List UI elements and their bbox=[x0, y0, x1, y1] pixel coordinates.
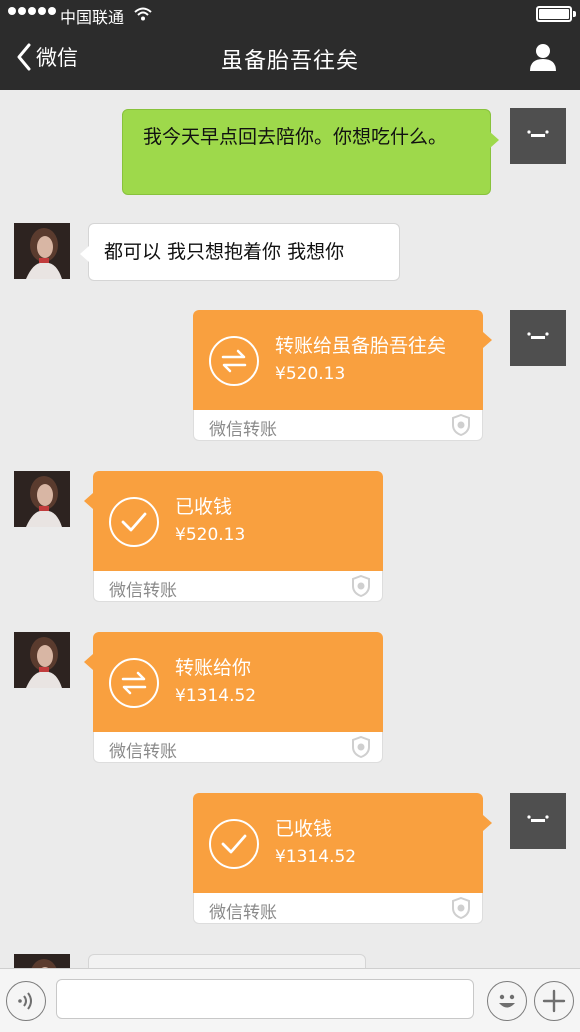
status-bar: 中国联通 bbox=[0, 0, 580, 28]
transfer-amount: ¥520.13 bbox=[275, 364, 346, 384]
transfer-amount: ¥1314.52 bbox=[175, 686, 257, 706]
face-icon bbox=[527, 815, 549, 822]
contact-avatar[interactable] bbox=[14, 471, 70, 527]
transfer-card[interactable]: 已收钱 ¥1314.52 微信转账 bbox=[193, 793, 492, 924]
chat-area[interactable]: 我今天早点回去陪你。你想吃什么。 都可以 我只想抱着你 我想你 转账给虽备胎吾往… bbox=[0, 90, 580, 968]
my-avatar[interactable] bbox=[510, 108, 566, 164]
page-title: 虽备胎吾往矣 bbox=[220, 49, 359, 74]
portrait-image bbox=[14, 223, 70, 279]
transfer-title: 转账给你 bbox=[175, 657, 252, 679]
shield-icon bbox=[452, 897, 470, 919]
wifi-icon bbox=[134, 6, 152, 25]
portrait-image bbox=[14, 954, 70, 968]
my-avatar[interactable] bbox=[510, 793, 566, 849]
message-bubble[interactable]: 我今天早点回去陪你。你想吃什么。 bbox=[122, 109, 499, 195]
message-input[interactable] bbox=[56, 979, 474, 1019]
plus-icon bbox=[542, 989, 566, 1013]
transfer-card[interactable]: 转账给虽备胎吾往矣 ¥520.13 微信转账 bbox=[193, 310, 492, 441]
contact-profile-button[interactable] bbox=[528, 42, 558, 76]
my-avatar[interactable] bbox=[510, 310, 566, 366]
portrait-image bbox=[14, 632, 70, 688]
battery-icon bbox=[536, 6, 576, 22]
check-icon bbox=[109, 497, 159, 547]
voice-button[interactable] bbox=[6, 981, 46, 1021]
input-bar bbox=[0, 968, 580, 1032]
transfer-footer: 微信转账 bbox=[209, 420, 277, 440]
check-icon bbox=[209, 819, 259, 869]
emoji-button[interactable] bbox=[487, 981, 527, 1021]
transfer-amount: ¥520.13 bbox=[175, 525, 246, 545]
face-icon bbox=[527, 332, 549, 339]
portrait-image bbox=[14, 471, 70, 527]
face-icon bbox=[527, 130, 549, 137]
message-text: 我今天早点回去陪你。你想吃什么。 bbox=[143, 126, 448, 148]
message-bubble-partial[interactable] bbox=[88, 954, 366, 968]
smiley-icon bbox=[499, 994, 515, 1008]
transfer-amount: ¥1314.52 bbox=[275, 847, 357, 867]
transfer-title: 已收钱 bbox=[275, 818, 333, 840]
contact-avatar[interactable] bbox=[14, 223, 70, 279]
transfer-title: 已收钱 bbox=[175, 496, 233, 518]
transfer-footer: 微信转账 bbox=[109, 581, 177, 601]
person-icon bbox=[530, 44, 556, 71]
contact-avatar[interactable] bbox=[14, 954, 70, 968]
shield-icon bbox=[352, 736, 370, 758]
more-button[interactable] bbox=[534, 981, 574, 1021]
transfer-icon bbox=[109, 658, 159, 708]
signal-strength-icon bbox=[8, 7, 56, 15]
transfer-footer: 微信转账 bbox=[209, 903, 277, 923]
voice-icon bbox=[18, 992, 32, 1010]
message-bubble[interactable]: 都可以 我只想抱着你 我想你 bbox=[80, 223, 400, 281]
transfer-card[interactable]: 转账给你 ¥1314.52 微信转账 bbox=[84, 632, 383, 763]
contact-avatar[interactable] bbox=[14, 632, 70, 688]
shield-icon bbox=[452, 414, 470, 436]
carrier-name: 中国联通 bbox=[60, 8, 125, 27]
transfer-card[interactable]: 已收钱 ¥520.13 微信转账 bbox=[84, 471, 383, 602]
shield-icon bbox=[352, 575, 370, 597]
nav-header: 中国联通 微信 虽备胎吾往矣 bbox=[0, 0, 580, 90]
transfer-title: 转账给虽备胎吾往矣 bbox=[275, 335, 447, 357]
message-text: 都可以 我只想抱着你 我想你 bbox=[104, 241, 345, 263]
transfer-icon bbox=[209, 336, 259, 386]
transfer-footer: 微信转账 bbox=[109, 742, 177, 762]
